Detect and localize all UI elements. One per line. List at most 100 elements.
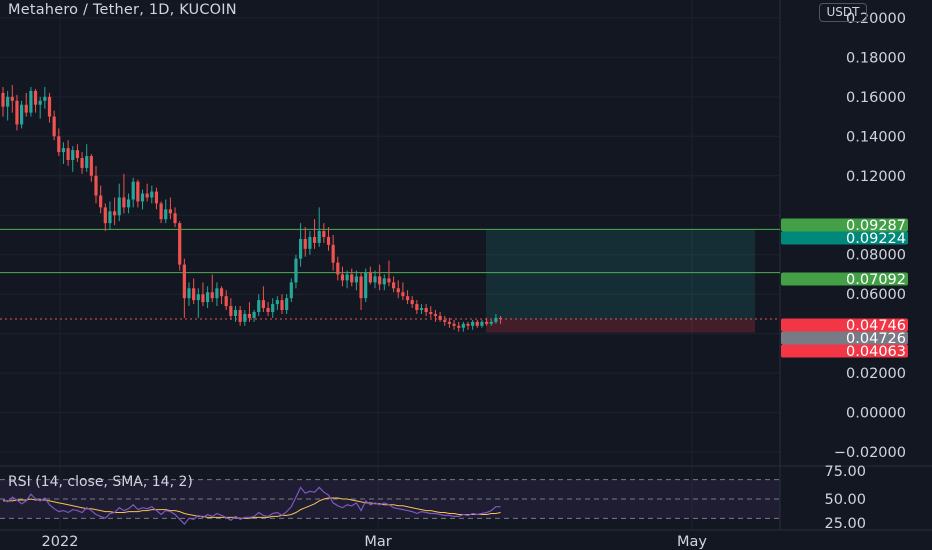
rsi-tick-label: 50.00 <box>824 492 866 508</box>
candle <box>131 181 135 200</box>
candle <box>429 311 433 314</box>
price-tick-label: 0.08000 <box>846 248 906 264</box>
candle <box>1 92 5 107</box>
candle <box>145 193 149 198</box>
candle <box>215 288 219 299</box>
candle <box>457 325 461 328</box>
price-tick-label: 0.02000 <box>846 366 906 382</box>
candle <box>252 311 256 318</box>
candle <box>271 304 275 312</box>
candle <box>401 292 405 297</box>
candle <box>140 193 145 202</box>
candle <box>461 323 465 328</box>
candle <box>317 231 321 243</box>
candle <box>247 313 252 318</box>
candle <box>294 258 298 283</box>
price-tick-label: 0.16000 <box>846 90 906 106</box>
candle <box>405 296 410 301</box>
candle <box>38 100 42 105</box>
candle <box>24 104 28 113</box>
time-tick-label: Mar <box>364 534 391 550</box>
candle <box>452 323 456 326</box>
candle <box>415 304 419 311</box>
candle <box>126 199 131 208</box>
candle <box>178 223 182 265</box>
candle <box>150 191 154 198</box>
candle <box>438 315 442 320</box>
candle <box>289 282 293 299</box>
candle <box>373 276 377 283</box>
candle <box>387 278 391 283</box>
candle <box>10 96 14 101</box>
candle <box>99 195 103 208</box>
axes: 0.200000.180000.160000.140000.120000.080… <box>42 11 906 550</box>
candle <box>261 300 265 309</box>
candle <box>480 321 484 326</box>
time-tick-label: 2022 <box>42 534 79 550</box>
candle <box>354 276 358 283</box>
candle <box>359 276 363 299</box>
candle <box>326 236 331 245</box>
candle <box>210 292 214 299</box>
candle <box>308 236 312 249</box>
candle <box>154 191 159 204</box>
candle <box>108 211 112 224</box>
candle <box>136 181 140 202</box>
candle <box>168 209 172 214</box>
price-tick-label: 0.06000 <box>846 287 906 303</box>
candle <box>424 308 428 312</box>
candle <box>475 321 479 326</box>
candle <box>61 148 66 153</box>
rsi-tick-label: 75.00 <box>824 464 866 480</box>
candle <box>336 262 340 275</box>
candle <box>66 148 70 160</box>
candle <box>466 323 470 326</box>
candle <box>238 310 242 322</box>
candle <box>498 317 503 320</box>
candle <box>206 292 210 303</box>
candle <box>159 203 163 220</box>
candle <box>192 288 196 301</box>
candle <box>164 209 168 220</box>
candle <box>33 90 38 105</box>
candle <box>80 158 84 168</box>
price-tick-label: 0.00000 <box>846 406 906 422</box>
candle <box>6 96 10 107</box>
candle <box>15 100 19 125</box>
price-tick-label: 0.14000 <box>846 129 906 145</box>
candle <box>368 272 372 283</box>
candle <box>433 313 438 316</box>
candle <box>419 308 424 311</box>
candle <box>447 321 451 324</box>
price-badge-label: 0.09224 <box>846 231 906 247</box>
rsi-legend[interactable]: RSI (14, close, SMA, 14, 2) <box>8 474 193 490</box>
price-badge-label: 0.07092 <box>846 272 906 288</box>
candle <box>340 274 345 281</box>
candle <box>471 321 475 326</box>
currency-button[interactable]: USDT <box>819 3 867 22</box>
candle <box>285 298 289 311</box>
candle <box>201 294 205 303</box>
candle <box>494 317 498 322</box>
grid <box>0 0 932 531</box>
chart-canvas[interactable]: 0.200000.180000.160000.140000.120000.080… <box>0 0 932 550</box>
price-badge-label: 0.04063 <box>846 344 906 360</box>
candle <box>243 313 247 322</box>
candle <box>392 282 396 289</box>
candle <box>345 274 349 281</box>
candle <box>20 104 24 125</box>
candle <box>182 264 186 299</box>
time-tick-label: May <box>677 534 707 550</box>
candle <box>173 213 177 224</box>
candle <box>299 238 303 259</box>
candle <box>275 300 279 305</box>
candle <box>85 156 89 168</box>
candle <box>382 278 386 285</box>
candle <box>280 300 284 311</box>
candle <box>117 197 121 216</box>
candle <box>485 321 489 324</box>
candle <box>57 136 61 153</box>
candle <box>410 300 414 305</box>
candle <box>350 274 354 283</box>
candle <box>71 150 75 160</box>
